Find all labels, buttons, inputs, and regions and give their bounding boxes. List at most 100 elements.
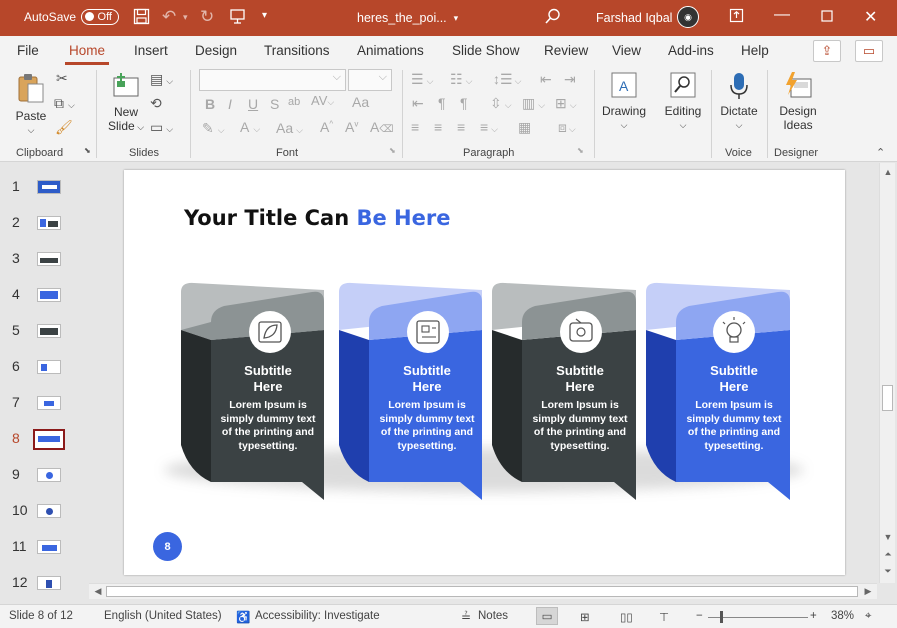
change-case-icon[interactable]: Aa xyxy=(352,94,369,110)
tab-review[interactable]: Review xyxy=(544,43,588,58)
normal-view-icon[interactable]: ▭ xyxy=(536,607,558,625)
user-name[interactable]: Farshad Iqbal xyxy=(596,11,672,25)
notes-button[interactable]: Notes xyxy=(478,610,508,622)
avatar[interactable]: ◉ xyxy=(677,6,699,28)
redo-icon[interactable]: ↻ xyxy=(200,7,214,27)
paste-button[interactable]: Paste ⌵ xyxy=(15,72,47,137)
comments-button[interactable]: ▭ xyxy=(855,40,883,62)
character-spacing-icon[interactable]: AV⌵ xyxy=(311,93,334,108)
paragraph-launcher-icon[interactable]: ⬊ xyxy=(577,146,584,155)
justify-icon[interactable]: ≡ ⌵ xyxy=(480,119,498,135)
align-right-icon[interactable]: ≡ xyxy=(457,119,465,135)
horizontal-scroll-thumb[interactable] xyxy=(106,586,858,597)
cut-icon[interactable]: ✂ xyxy=(56,70,68,87)
vertical-scroll-thumb[interactable] xyxy=(882,385,893,411)
tab-file[interactable]: File xyxy=(17,43,39,58)
slide-thumbnail-1[interactable] xyxy=(37,180,61,194)
text-direction-icon[interactable]: ⇳ ⌵ xyxy=(490,95,512,112)
card-4-text[interactable]: Subtitle Here Lorem Ipsum is simply dummy … xyxy=(679,363,789,453)
slide-thumbnail-5[interactable] xyxy=(37,324,61,338)
slide-canvas[interactable]: Your Title Can Be Here Subtitle Here Lor… xyxy=(124,170,845,575)
strikethrough-icon[interactable]: S xyxy=(270,96,279,112)
slide-thumbnail-10[interactable] xyxy=(37,504,61,518)
slide-thumbnail-11[interactable] xyxy=(37,540,61,554)
tab-animations[interactable]: Animations xyxy=(357,43,424,58)
minimize-button[interactable]: — xyxy=(774,6,790,24)
smartart-icon[interactable]: ▦ xyxy=(518,119,531,136)
copy-icon[interactable]: ⧉ ⌵ xyxy=(54,95,75,112)
underline-icon[interactable]: U xyxy=(248,96,258,112)
tab-slide-show[interactable]: Slide Show xyxy=(452,43,520,58)
font-size-combo[interactable] xyxy=(348,69,392,91)
slide-sorter-icon[interactable]: ⊞ xyxy=(580,610,590,624)
tab-design[interactable]: Design xyxy=(195,43,237,58)
fit-to-window-icon[interactable]: ⌖ xyxy=(865,610,871,623)
customize-toolbar-icon[interactable]: ▾ xyxy=(262,10,267,21)
file-name[interactable]: heres_the_poi... ▾ xyxy=(357,11,458,25)
slide-count[interactable]: Slide 8 of 12 xyxy=(9,610,73,622)
scroll-right-icon[interactable]: ▶ xyxy=(861,584,875,598)
maximize-button[interactable] xyxy=(821,10,833,22)
tab-view[interactable]: View xyxy=(612,43,641,58)
next-slide-icon[interactable]: ⏷ xyxy=(881,564,895,578)
increase-font-icon[interactable]: A^ xyxy=(320,119,333,135)
line-spacing-icon[interactable]: ↕☰ ⌵ xyxy=(493,71,521,88)
align-left-icon[interactable]: ≡ xyxy=(411,119,419,135)
slide-thumbnail-7[interactable] xyxy=(37,396,61,410)
shadow-icon[interactable]: ab xyxy=(288,96,300,108)
dictate-button[interactable]: Dictate ⌵ xyxy=(718,71,760,132)
font-name-combo[interactable] xyxy=(199,69,346,91)
close-button[interactable]: ✕ xyxy=(864,7,877,27)
align-text-icon[interactable]: ⊞ ⌵ xyxy=(555,95,577,112)
search-icon[interactable] xyxy=(544,8,561,25)
zoom-slider-thumb[interactable] xyxy=(720,611,723,623)
language[interactable]: English (United States) xyxy=(104,610,222,622)
zoom-slider-track[interactable] xyxy=(708,617,808,618)
numbering-icon[interactable]: ☷ ⌵ xyxy=(450,71,472,88)
reading-view-icon[interactable]: ▯▯ xyxy=(620,610,633,624)
decrease-font-icon[interactable]: Av xyxy=(345,119,358,135)
editing-button[interactable]: Editing ⌵ xyxy=(662,71,704,132)
undo-dropdown-icon[interactable]: ▾ xyxy=(183,12,188,23)
slide-number-badge[interactable]: 8 xyxy=(153,532,182,561)
vertical-scrollbar[interactable]: ▲ ▼ ⏶ ⏷ xyxy=(879,163,895,583)
decrease-indent-icon[interactable]: ⇤ xyxy=(412,95,424,112)
tab-home[interactable]: Home xyxy=(64,43,110,65)
clear-formatting-icon[interactable]: A⌫ xyxy=(370,119,393,135)
zoom-in-icon[interactable]: + xyxy=(810,610,817,622)
share-button[interactable]: ⇪ xyxy=(813,40,841,62)
undo-icon[interactable]: ↶ xyxy=(162,7,176,27)
save-icon[interactable] xyxy=(133,8,150,25)
bullets-icon[interactable]: ☰ ⌵ xyxy=(411,71,433,88)
slide-thumbnail-3[interactable] xyxy=(37,252,61,266)
card-1-text[interactable]: Subtitle Here Lorem Ipsum is simply dummy … xyxy=(213,363,323,453)
highlight-icon[interactable]: ✎ ⌵ xyxy=(202,120,225,137)
format-painter-icon[interactable]: 🖌 xyxy=(55,119,73,136)
tab-add-ins[interactable]: Add-ins xyxy=(668,43,714,58)
card-3-text[interactable]: Subtitle Here Lorem Ipsum is simply dummy … xyxy=(525,363,635,453)
new-slide-button[interactable]: New Slide ⌵ xyxy=(108,72,144,134)
tab-insert[interactable]: Insert xyxy=(134,43,168,58)
convert-list-icon[interactable]: ⇤ xyxy=(540,71,552,88)
slide-thumbnail-9[interactable] xyxy=(37,468,61,482)
collapse-ribbon-icon[interactable]: ⌃ xyxy=(876,146,885,159)
tab-help[interactable]: Help xyxy=(741,43,769,58)
present-icon[interactable] xyxy=(229,8,246,25)
tab-transitions[interactable]: Transitions xyxy=(264,43,330,58)
columns-icon[interactable]: ▥ ⌵ xyxy=(522,95,545,112)
change-case-dropdown-icon[interactable]: Aa ⌵ xyxy=(276,120,303,136)
autosave-toggle[interactable]: Off xyxy=(81,9,119,25)
slide-thumbnail-4[interactable] xyxy=(37,288,61,302)
section-icon[interactable]: ▭ ⌵ xyxy=(150,119,173,136)
bold-icon[interactable]: B xyxy=(205,96,215,112)
zoom-level[interactable]: 38% xyxy=(831,610,854,622)
card-2-text[interactable]: Subtitle Here Lorem Ipsum is simply dummy … xyxy=(372,363,482,453)
design-ideas-button[interactable]: Design Ideas xyxy=(776,71,820,132)
slide-thumbnail-12[interactable] xyxy=(37,576,61,590)
drawing-button[interactable]: A Drawing ⌵ xyxy=(601,71,647,132)
convert-smartart-icon[interactable]: ⧈ ⌵ xyxy=(558,119,576,136)
italic-icon[interactable]: I xyxy=(228,96,232,112)
scroll-down-icon[interactable]: ▼ xyxy=(881,530,895,544)
scroll-up-icon[interactable]: ▲ xyxy=(881,165,895,179)
layout-icon[interactable]: ▤ ⌵ xyxy=(150,71,173,88)
